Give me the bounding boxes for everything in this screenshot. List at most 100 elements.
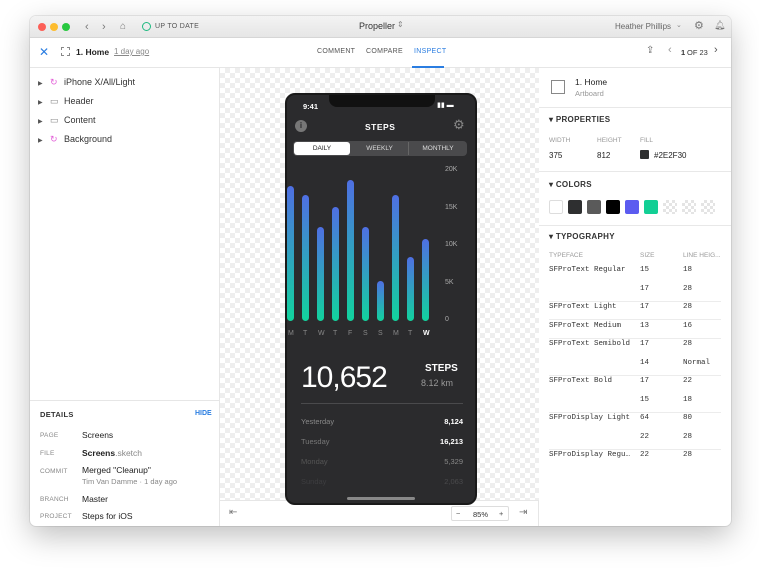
- typography-row[interactable]: SFProText Light 17 28: [549, 303, 721, 317]
- color-swatch[interactable]: [587, 200, 601, 214]
- chart-bar: [287, 186, 294, 321]
- transparent-swatch[interactable]: [663, 200, 677, 214]
- x-tick-label: W: [423, 330, 430, 337]
- layer-item[interactable]: ▶ ▭ Content: [38, 113, 96, 127]
- expand-arrow-icon[interactable]: ▶: [38, 77, 50, 91]
- branch-label: BRANCH: [40, 496, 69, 503]
- page-current: 1: [681, 48, 686, 57]
- steps-chart: 20K 15K 10K 5K 0 M T W T F S S M T W: [287, 161, 475, 351]
- page-total: OF 23: [687, 48, 708, 57]
- typography-row[interactable]: SFProText Semibold 17 28: [549, 340, 721, 354]
- color-swatch[interactable]: [625, 200, 639, 214]
- chevron-down-icon[interactable]: ⌄: [676, 21, 682, 29]
- settings-gear-icon[interactable]: ⚙: [694, 19, 704, 32]
- typography-row[interactable]: 15 18: [549, 396, 721, 410]
- home-indicator: [347, 497, 415, 500]
- zoom-out-button[interactable]: −: [456, 509, 460, 518]
- back-icon[interactable]: ‹: [85, 20, 89, 34]
- tab-compare[interactable]: COMPARE: [366, 48, 403, 55]
- lineheight-value: 28: [683, 303, 693, 311]
- segment-control: DAILY WEEKLY MONTHLY: [293, 141, 467, 156]
- typography-row[interactable]: SFProText Regular 15 18: [549, 266, 721, 280]
- phone-artboard[interactable]: 9:41 ▮▮ ▬ i STEPS ⚙ DAILY WEEKLY MONTHLY…: [285, 93, 477, 505]
- tab-comment[interactable]: COMMENT: [317, 48, 355, 55]
- chart-bar: [362, 227, 369, 321]
- history-row[interactable]: Yesterday 8,124: [301, 417, 463, 429]
- phone-settings-icon[interactable]: ⚙: [453, 117, 465, 133]
- typography-row[interactable]: 14 Normal: [549, 359, 721, 373]
- history-row[interactable]: Tuesday 16,213: [301, 437, 463, 449]
- layer-item[interactable]: ▶ ▭ Header: [38, 94, 94, 108]
- zoom-level[interactable]: 85%: [473, 510, 488, 519]
- share-icon[interactable]: ⇪: [646, 45, 654, 56]
- typeface-value: SFProText Medium: [549, 321, 622, 330]
- color-swatch[interactable]: [644, 200, 658, 214]
- size-value: 64: [640, 414, 650, 422]
- sync-check-icon: [142, 22, 151, 31]
- next-artboard-icon[interactable]: ›: [714, 44, 718, 56]
- close-window-button[interactable]: [38, 23, 46, 31]
- typography-row[interactable]: SFProDisplay Regu… 22 28: [549, 451, 721, 465]
- fill-swatch[interactable]: [640, 150, 649, 159]
- history-day: Tuesday: [301, 437, 330, 446]
- expand-arrow-icon[interactable]: ▶: [38, 134, 50, 148]
- zoom-in-button[interactable]: +: [499, 509, 503, 518]
- size-header: SIZE: [640, 252, 655, 259]
- folder-icon: ▭: [50, 96, 59, 106]
- collapse-right-icon[interactable]: ⇥: [519, 507, 527, 518]
- y-tick-label: 20K: [445, 166, 458, 173]
- typography-header[interactable]: ▾ TYPOGRAPHY: [549, 232, 615, 241]
- height-value[interactable]: 812: [597, 151, 610, 160]
- lineheight-value: 28: [683, 340, 693, 348]
- color-swatch[interactable]: [606, 200, 620, 214]
- transparent-swatch[interactable]: [701, 200, 715, 214]
- color-swatch[interactable]: [549, 200, 563, 214]
- lineheight-value: Normal: [683, 358, 711, 367]
- zoom-window-button[interactable]: [62, 23, 70, 31]
- tab-inspect[interactable]: INSPECT: [414, 48, 446, 55]
- minimize-window-button[interactable]: [50, 23, 58, 31]
- expand-arrow-icon[interactable]: ▶: [38, 96, 50, 110]
- typography-row[interactable]: 17 28: [549, 285, 721, 299]
- info-icon[interactable]: i: [295, 120, 307, 132]
- typography-row[interactable]: SFProText Medium 13 16: [549, 322, 721, 336]
- width-value[interactable]: 375: [549, 151, 562, 160]
- close-icon[interactable]: ✕: [39, 45, 49, 59]
- app-switch-icon[interactable]: ⇕: [397, 20, 404, 29]
- expand-arrow-icon[interactable]: ▶: [38, 115, 50, 129]
- transparent-swatch[interactable]: [682, 200, 696, 214]
- notification-bell-icon[interactable]: 🔔︎: [714, 20, 725, 31]
- size-value: 15: [640, 266, 650, 274]
- lineheight-header: LINE HEIG...: [683, 252, 721, 259]
- fill-label: FILL: [640, 137, 654, 144]
- toolbar: ✕ 1. Home 1 day ago COMMENT COMPARE INSP…: [30, 38, 731, 68]
- home-icon[interactable]: ⌂: [120, 20, 126, 34]
- segment-daily[interactable]: DAILY: [294, 142, 350, 155]
- row-divider: [549, 337, 721, 339]
- typography-row[interactable]: 22 28: [549, 433, 721, 447]
- segment-monthly[interactable]: MONTHLY: [410, 142, 466, 155]
- artboard-icon: [551, 80, 565, 94]
- history-row[interactable]: Monday 5,329: [301, 457, 463, 469]
- lineheight-value: 28: [683, 432, 693, 441]
- segment-weekly[interactable]: WEEKLY: [351, 142, 409, 155]
- color-swatch[interactable]: [568, 200, 582, 214]
- typography-row[interactable]: SFProText Bold 17 22: [549, 377, 721, 391]
- layer-item[interactable]: ▶ ↻ iPhone X/All/Light: [38, 75, 135, 89]
- size-value: 17: [640, 340, 650, 348]
- history-row[interactable]: Sunday 2,063: [301, 477, 463, 489]
- layer-item[interactable]: ▶ ↻ Background: [38, 132, 112, 146]
- app-title[interactable]: Propeller: [359, 21, 395, 31]
- x-tick-label: F: [348, 330, 353, 337]
- typography-row[interactable]: SFProDisplay Light 64 80: [549, 414, 721, 428]
- colors-header[interactable]: ▾ COLORS: [549, 180, 592, 189]
- user-name[interactable]: Heather Phillips: [615, 22, 671, 31]
- fill-value[interactable]: #2E2F30: [654, 151, 686, 160]
- hide-details-button[interactable]: HIDE: [195, 410, 212, 417]
- properties-header[interactable]: ▾ PROPERTIES: [549, 115, 610, 124]
- file-label: FILE: [40, 450, 55, 457]
- collapse-left-icon[interactable]: ⇤: [229, 507, 237, 518]
- artboard-timestamp[interactable]: 1 day ago: [114, 47, 149, 56]
- forward-icon[interactable]: ›: [102, 20, 106, 34]
- prev-artboard-icon[interactable]: ‹: [668, 44, 672, 56]
